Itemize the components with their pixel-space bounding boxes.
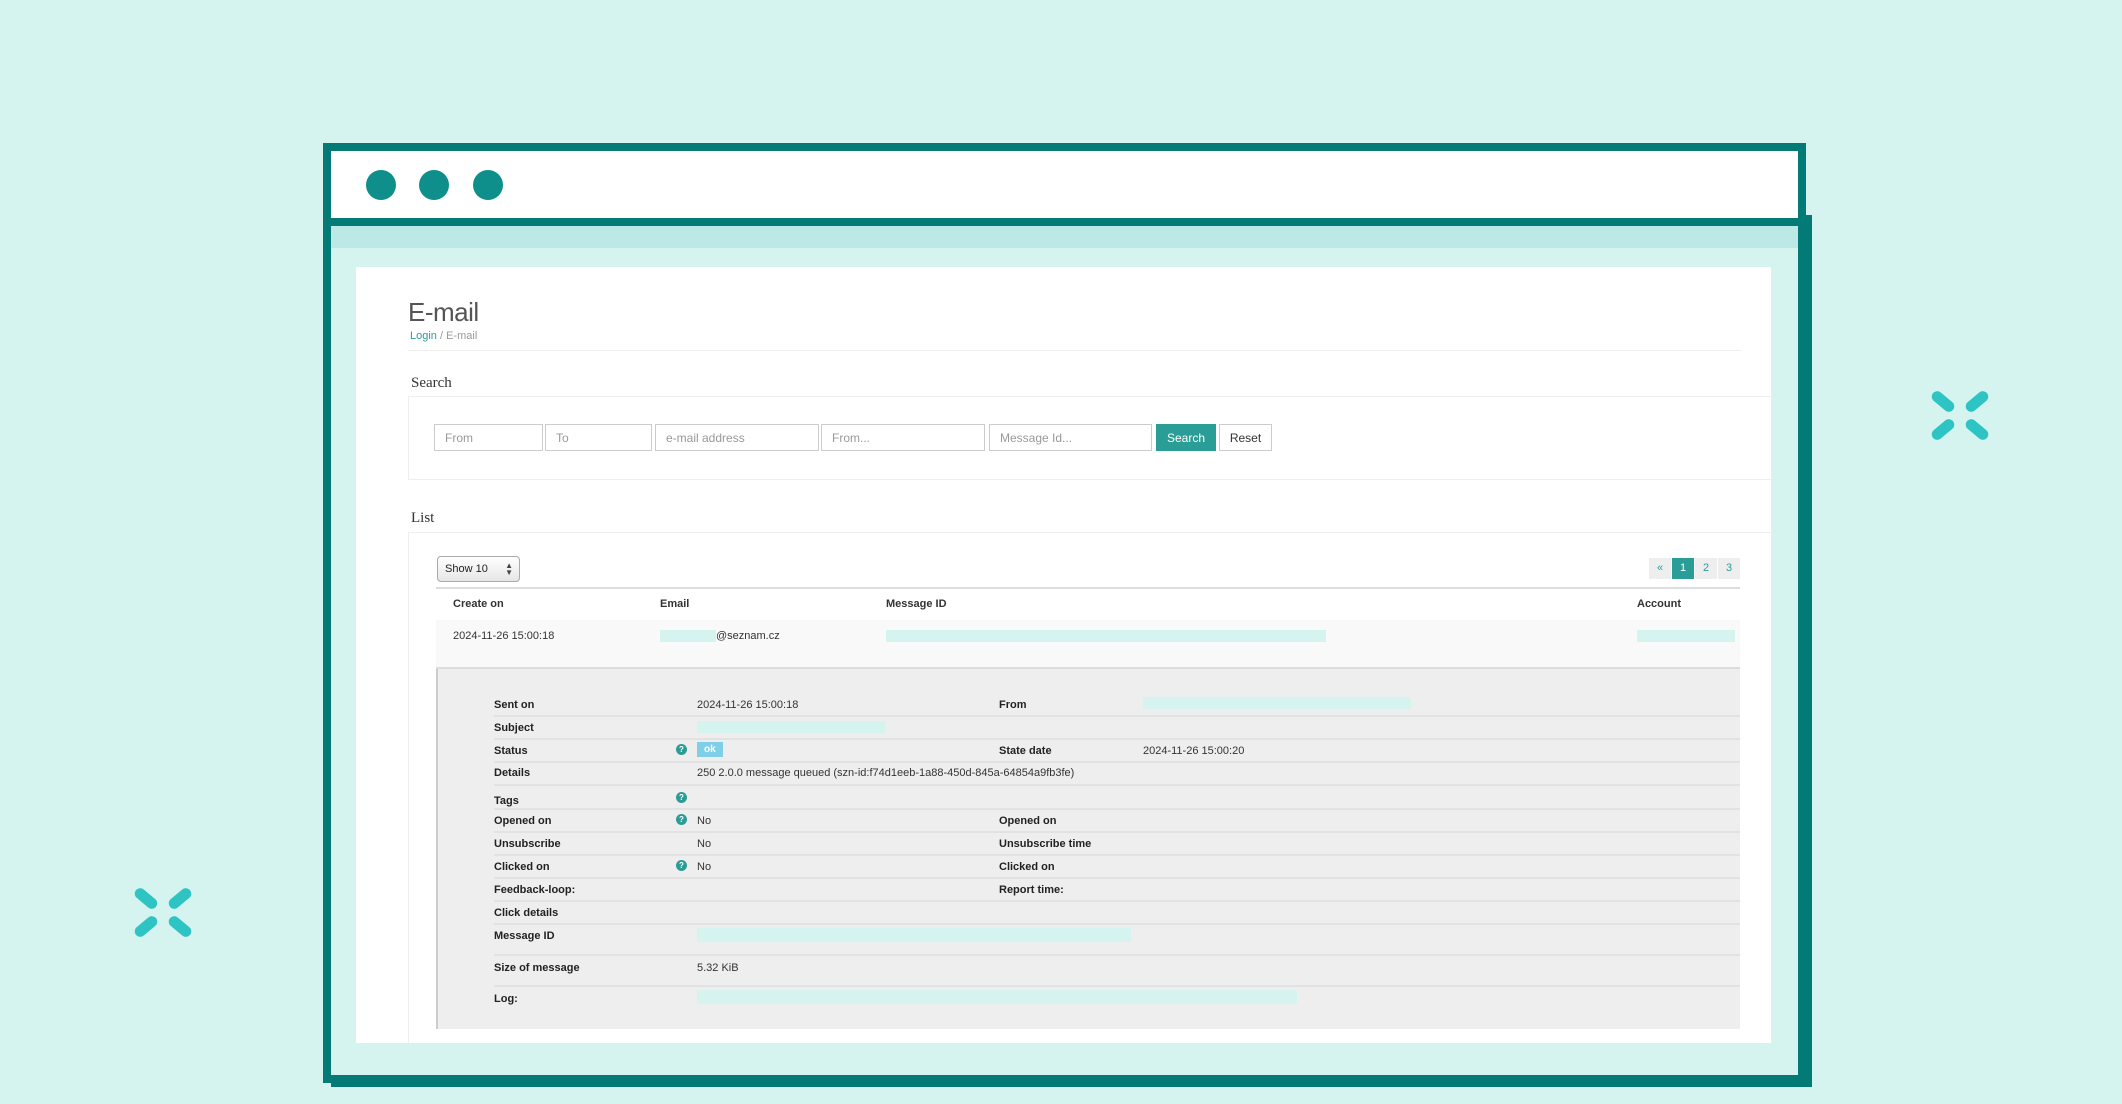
label-opened-on: Opened on: [494, 815, 552, 827]
page-title: E-mail: [408, 297, 479, 327]
cell-created-on: 2024-11-26 15:00:18: [453, 630, 555, 642]
cell-message-id: [886, 630, 1326, 643]
breadcrumb: Login / E-mail: [410, 330, 477, 342]
redacted-from: [1143, 697, 1411, 710]
value-state-date: 2024-11-26 15:00:20: [1143, 745, 1245, 757]
column-header-email[interactable]: Email: [660, 598, 689, 610]
label-log: Log:: [494, 993, 518, 1005]
email-domain: @seznam.cz: [716, 630, 780, 642]
label-clicked-on: Clicked on: [494, 861, 550, 873]
help-icon[interactable]: ?: [676, 860, 687, 871]
value-log: [697, 990, 1297, 1004]
detail-row-feedback-loop: Feedback-loop: Report time:: [494, 879, 1740, 902]
decorative-sparkle-icon: [131, 881, 195, 945]
value-details: 250 2.0.0 message queued (szn-id:f74d1ee…: [697, 767, 1075, 779]
date-from-input[interactable]: From: [434, 424, 543, 451]
detail-row-click-details: Click details: [494, 902, 1740, 925]
detail-row-log: Log:: [494, 987, 1740, 1017]
detail-row-message-id: Message ID: [494, 925, 1740, 956]
status-badge: ok: [697, 742, 723, 757]
label-status: Status: [494, 745, 528, 757]
page-content: E-mail Login / E-mail Search From To e-m…: [356, 267, 1771, 1043]
email-address-input[interactable]: e-mail address: [655, 424, 819, 451]
breadcrumb-login-link[interactable]: Login: [410, 330, 437, 342]
label-size: Size of message: [494, 962, 580, 974]
column-header-account[interactable]: Account: [1637, 598, 1681, 610]
window-dot-icon: [366, 170, 396, 200]
divider: [408, 350, 1741, 351]
reset-button[interactable]: Reset: [1219, 424, 1272, 451]
redacted-log: [697, 990, 1297, 1004]
label-sent-on: Sent on: [494, 699, 535, 711]
window-dot-icon: [473, 170, 503, 200]
detail-row-size: Size of message 5.32 KiB: [494, 956, 1740, 987]
detail-row-opened-on: Opened on ? No Opened on: [494, 810, 1740, 833]
search-button[interactable]: Search: [1156, 424, 1216, 451]
help-icon[interactable]: ?: [676, 792, 687, 803]
label-unsubscribe: Unsubscribe: [494, 838, 561, 850]
value-message-id: [697, 928, 1131, 942]
label-details: Details: [494, 767, 531, 779]
value-opened-on: No: [697, 815, 712, 827]
column-header-create-on[interactable]: Create on: [453, 598, 504, 610]
label-subject: Subject: [494, 722, 534, 734]
breadcrumb-current: E-mail: [446, 330, 478, 342]
label-unsubscribe-time: Unsubscribe time: [999, 838, 1092, 850]
value-unsubscribe: No: [697, 838, 712, 850]
detail-row-unsubscribe: Unsubscribe No Unsubscribe time: [494, 833, 1740, 856]
help-icon[interactable]: ?: [676, 814, 687, 825]
label-message-id: Message ID: [494, 930, 555, 942]
value-sent-on: 2024-11-26 15:00:18: [697, 699, 799, 711]
window-titlebar: [331, 151, 1798, 226]
value-clicked-on: No: [697, 861, 712, 873]
window-toolbar-band: [331, 226, 1798, 248]
detail-row-subject: Subject: [494, 717, 1740, 740]
redacted-subject: [697, 721, 885, 734]
value-from: [1143, 697, 1411, 710]
cell-account: [1637, 630, 1735, 643]
detail-row-tags: Tags ?: [494, 786, 1740, 810]
pagination-prev-button[interactable]: «: [1649, 558, 1671, 579]
decorative-sparkle-icon: [1928, 384, 1992, 448]
browser-window: E-mail Login / E-mail Search From To e-m…: [323, 143, 1806, 1083]
list-section-label: List: [411, 510, 435, 526]
detail-row-status: Status ? ok State date 2024-11-26 15:00:…: [494, 740, 1740, 763]
label-from: From: [999, 699, 1027, 711]
redacted-email-user: [660, 630, 716, 643]
redacted-message-id: [697, 928, 1131, 942]
breadcrumb-separator: /: [436, 330, 447, 342]
label-tags: Tags: [494, 795, 519, 807]
detail-row-sent-on: Sent on 2024-11-26 15:00:18 From: [494, 695, 1740, 717]
pagination-page-2[interactable]: 2: [1695, 558, 1717, 579]
page-size-select[interactable]: Show 10 ▲ ▼: [437, 556, 520, 582]
value-subject: [697, 721, 885, 734]
help-icon[interactable]: ?: [676, 744, 687, 755]
label-report-time: Report time:: [999, 884, 1064, 896]
redacted-message-id: [886, 630, 1326, 643]
label-state-date: State date: [999, 745, 1052, 757]
window-dot-icon: [419, 170, 449, 200]
column-header-message-id[interactable]: Message ID: [886, 598, 947, 610]
detail-row-details: Details 250 2.0.0 message queued (szn-id…: [494, 763, 1740, 786]
label-feedback-loop: Feedback-loop:: [494, 884, 576, 896]
label-clicked-on-time: Clicked on: [999, 861, 1055, 873]
label-click-details: Click details: [494, 907, 559, 919]
detail-row-clicked-on: Clicked on ? No Clicked on: [494, 856, 1740, 879]
cell-email: @seznam.cz: [660, 630, 780, 643]
value-size: 5.32 KiB: [697, 962, 739, 974]
message-id-input[interactable]: Message Id...: [989, 424, 1152, 451]
row-detail-panel: Sent on 2024-11-26 15:00:18 From Subject…: [436, 669, 1740, 1029]
pagination-page-1[interactable]: 1: [1672, 558, 1694, 579]
pagination-page-3[interactable]: 3: [1718, 558, 1740, 579]
page-size-value: Show 10: [445, 563, 488, 575]
search-section-label: Search: [411, 375, 452, 391]
pagination: « 1 2 3: [1648, 558, 1740, 579]
table-header: Create on Email Message ID Account: [436, 587, 1740, 622]
sender-input[interactable]: From...: [821, 424, 985, 451]
date-to-input[interactable]: To: [545, 424, 652, 451]
table-row[interactable]: 2024-11-26 15:00:18 @seznam.cz: [436, 620, 1740, 669]
select-arrows-icon: ▲ ▼: [505, 561, 513, 577]
label-opened-on-time: Opened on: [999, 815, 1057, 827]
redacted-account: [1637, 630, 1735, 643]
